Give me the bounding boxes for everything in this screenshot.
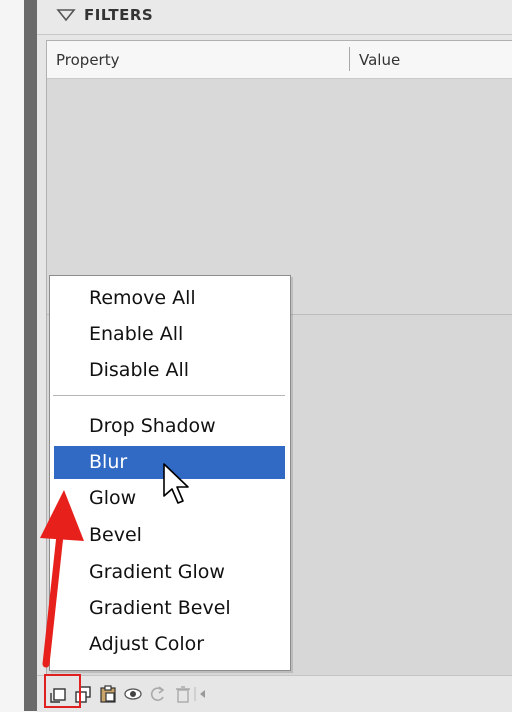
delete-icon[interactable] [173, 684, 193, 704]
collapse-triangle-icon[interactable] [56, 7, 76, 23]
paste-icon[interactable] [98, 684, 118, 704]
scroll-left-icon[interactable] [193, 684, 213, 704]
menu-item-bevel[interactable]: Bevel [50, 519, 290, 552]
grid-column-header: Property Value [47, 41, 512, 79]
menu-item-disable-all[interactable]: Disable All [50, 354, 290, 387]
menu-item-drop-shadow[interactable]: Drop Shadow [50, 410, 290, 443]
bottom-toolbar [37, 675, 512, 712]
mouse-cursor-icon [163, 463, 189, 504]
panel-title: FILTERS [84, 6, 154, 24]
menu-item-adjust-color[interactable]: Adjust Color [50, 628, 290, 661]
left-margin [0, 0, 24, 711]
highlight-box [44, 674, 81, 708]
menu-item-gradient-glow[interactable]: Gradient Glow [50, 556, 290, 589]
reset-icon[interactable] [148, 684, 168, 704]
menu-item-gradient-bevel[interactable]: Gradient Bevel [50, 592, 290, 625]
column-header-value[interactable]: Value [359, 51, 400, 69]
column-header-property[interactable]: Property [56, 51, 119, 69]
panel-header[interactable]: FILTERS [37, 0, 512, 35]
menu-item-remove-all[interactable]: Remove All [50, 282, 290, 315]
menu-item-enable-all[interactable]: Enable All [50, 318, 290, 351]
column-separator[interactable] [349, 47, 350, 71]
menu-divider [53, 395, 285, 396]
eye-icon[interactable] [123, 684, 143, 704]
panel-edge [24, 0, 37, 711]
